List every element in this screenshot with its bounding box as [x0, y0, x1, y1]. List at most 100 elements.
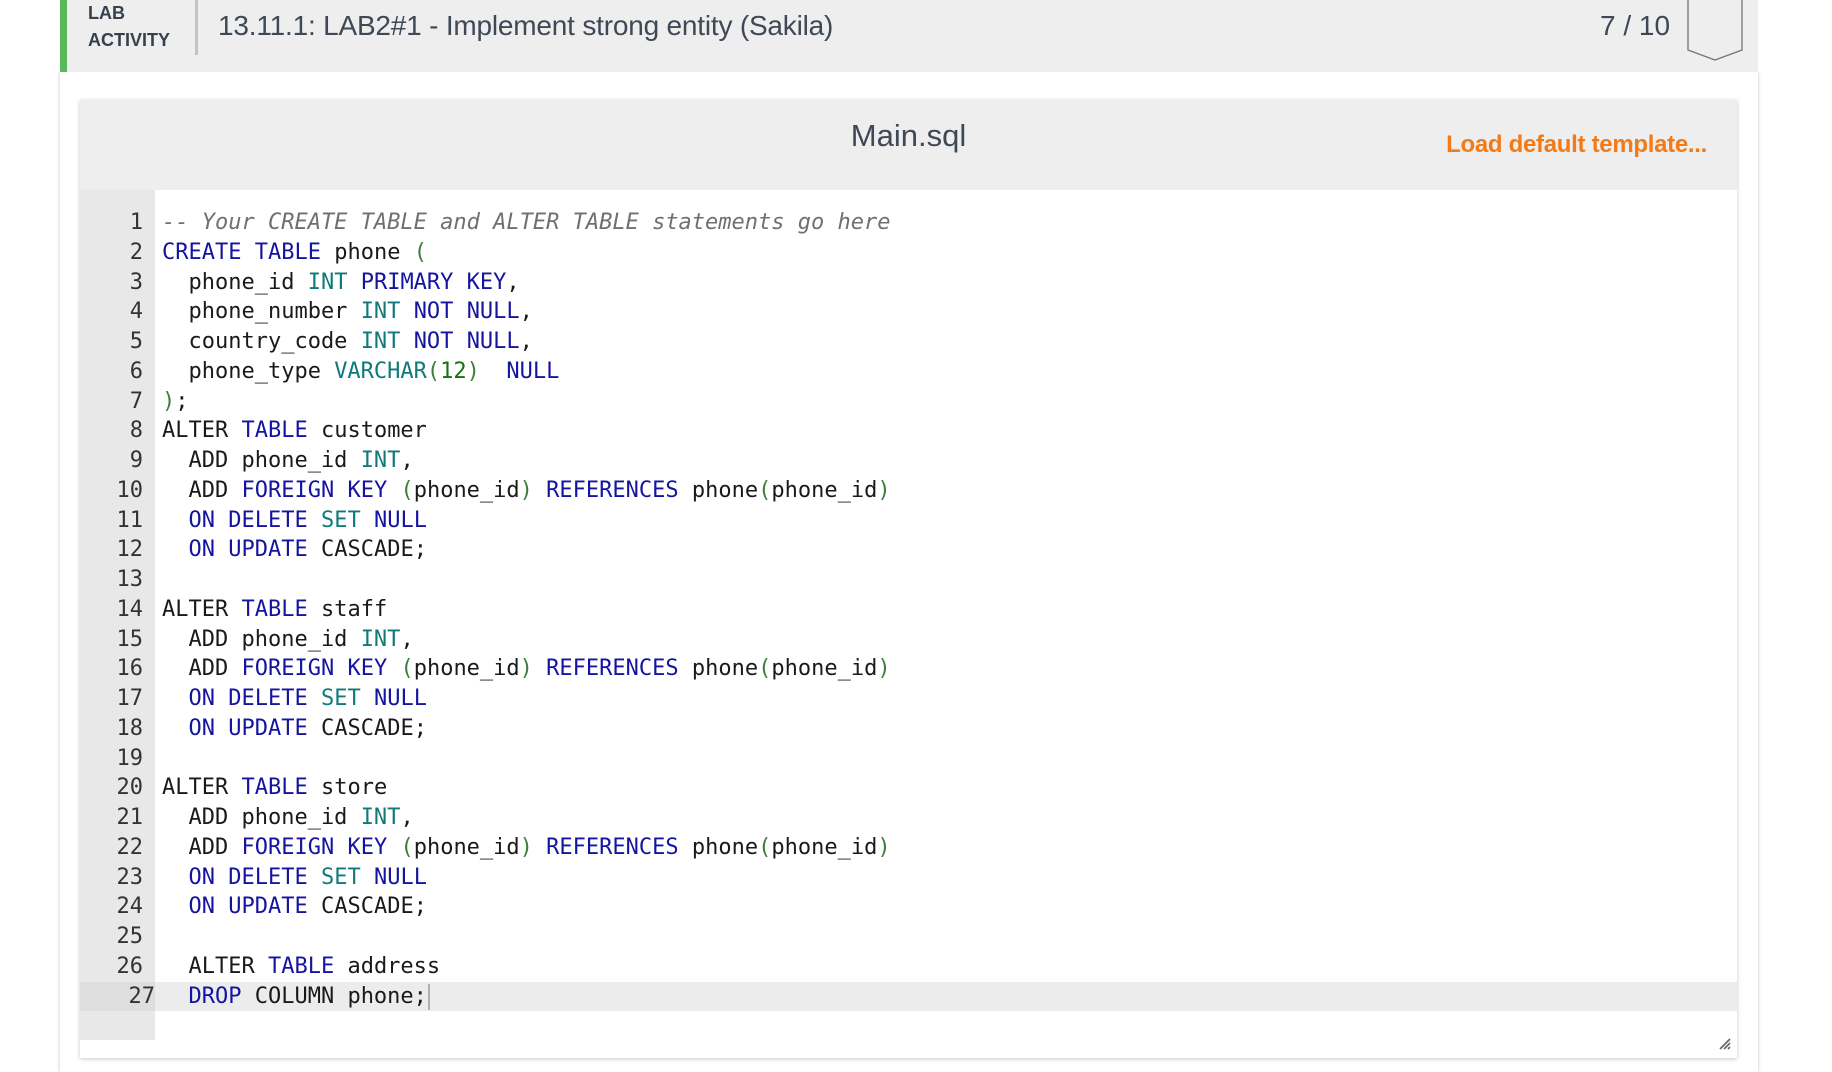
- token-paren: (: [758, 834, 772, 860]
- token-paren: ): [466, 358, 480, 384]
- token-type: SET: [320, 864, 361, 890]
- code-line[interactable]: 16 ADD FOREIGN KEY (phone_id) REFERENCES…: [80, 654, 1737, 684]
- token-plain: CASCADE;: [307, 894, 427, 920]
- accent-bar: [60, 0, 67, 72]
- token-kw: NULL: [373, 507, 427, 533]
- code-line[interactable]: 12 ON UPDATE CASCADE;: [80, 535, 1737, 565]
- token-type: VARCHAR: [334, 358, 427, 384]
- code-line[interactable]: 2 CREATE TABLE phone (: [80, 238, 1737, 268]
- line-number: 27: [80, 981, 155, 1012]
- token-plain: ,: [400, 805, 414, 830]
- code-line[interactable]: 20 ALTER TABLE store: [80, 773, 1737, 803]
- code-text: ADD phone_id INT,: [162, 803, 414, 833]
- code-line[interactable]: 26 ALTER TABLE address: [80, 952, 1737, 982]
- line-number: 15: [116, 626, 144, 652]
- code-line[interactable]: 22 ADD FOREIGN KEY (phone_id) REFERENCES…: [80, 833, 1737, 863]
- token-paren: (: [426, 358, 441, 384]
- code-line[interactable]: 5 country_code INT NOT NULL,: [80, 327, 1737, 357]
- code-line[interactable]: 3 phone_id INT PRIMARY KEY,: [80, 268, 1737, 298]
- score-text: 7 / 10: [1600, 10, 1671, 41]
- token-kw: TABLE: [267, 953, 335, 979]
- code-line[interactable]: 23 ON DELETE SET NULL: [80, 863, 1737, 893]
- code-line[interactable]: 25: [80, 922, 1737, 952]
- code-text: ADD FOREIGN KEY (phone_id) REFERENCES ph…: [162, 833, 890, 863]
- token-plain: country_code: [162, 329, 361, 354]
- code-line[interactable]: 13: [80, 565, 1737, 595]
- code-line[interactable]: 7);: [80, 387, 1737, 417]
- token-plain: phone_id: [162, 269, 308, 295]
- code-text: );: [162, 387, 189, 417]
- code-line[interactable]: 21 ADD phone_id INT,: [80, 803, 1737, 833]
- token-plain: phone: [678, 477, 759, 503]
- line-number: 22: [116, 834, 144, 860]
- code-text: country_code INT NOT NULL,: [162, 327, 532, 357]
- token-kw: PRIMARY: [360, 269, 454, 295]
- token-paren: (: [400, 656, 414, 682]
- code-line[interactable]: 6 phone_type VARCHAR(12) NULL: [80, 357, 1737, 387]
- token-comment: -- Your CREATE TABLE and ALTER TABLE sta…: [162, 210, 891, 235]
- token-plain: phone_number: [162, 299, 361, 325]
- code-text: ALTER TABLE staff: [162, 595, 387, 625]
- code-line[interactable]: 10 ADD FOREIGN KEY (phone_id) REFERENCES…: [80, 476, 1737, 506]
- token-paren: (: [758, 656, 772, 682]
- token-plain: CASCADE;: [307, 537, 427, 563]
- code-input-area[interactable]: 1 -- Your CREATE TABLE and ALTER TABLE st…: [80, 190, 1737, 1058]
- line-number: 25: [116, 924, 144, 949]
- token-plain: ADD phone_id: [162, 626, 361, 652]
- code-line[interactable]: 14 ALTER TABLE staff: [80, 595, 1737, 625]
- line-number: 19: [116, 745, 144, 771]
- code-line[interactable]: 24 ON UPDATE CASCADE;: [80, 892, 1737, 922]
- code-line[interactable]: 4 phone_number INT NOT NULL,: [80, 297, 1737, 327]
- code-text: ON UPDATE CASCADE;: [162, 535, 427, 565]
- token-kw: REFERENCES: [546, 656, 679, 682]
- load-default-template-link[interactable]: Load default template...: [1446, 131, 1707, 159]
- code-lines[interactable]: 1 -- Your CREATE TABLE and ALTER TABLE st…: [80, 208, 1737, 1012]
- token-plain: COLUMN phone;: [241, 983, 427, 1009]
- code-line[interactable]: 19: [80, 744, 1737, 774]
- lab-label-line1: LAB: [88, 3, 125, 23]
- code-line[interactable]: 27 DROP COLUMN phone;: [80, 981, 1737, 1012]
- code-line[interactable]: 11 ON DELETE SET NULL: [80, 506, 1737, 536]
- token-plain: ALTER: [162, 775, 242, 801]
- token-kw: REFERENCES: [546, 477, 679, 503]
- code-line[interactable]: 17 ON DELETE SET NULL: [80, 684, 1737, 714]
- token-kw: NULL: [506, 358, 560, 384]
- token-plain: phone: [320, 239, 414, 265]
- token-plain: ALTER: [162, 596, 242, 622]
- line-number: 17: [116, 686, 144, 711]
- code-line[interactable]: 15 ADD phone_id INT,: [80, 625, 1737, 655]
- token-paren: ): [519, 656, 533, 682]
- code-line[interactable]: 9 ADD phone_id INT,: [80, 446, 1737, 476]
- code-text: ON UPDATE CASCADE;: [162, 714, 427, 744]
- code-line[interactable]: 8 ALTER TABLE customer: [80, 416, 1737, 446]
- code-line[interactable]: 1 -- Your CREATE TABLE and ALTER TABLE st…: [80, 208, 1737, 238]
- token-plain: ,: [400, 448, 414, 473]
- line-number: 18: [116, 715, 144, 741]
- token-type: INT: [307, 269, 348, 295]
- token-kw: KEY: [347, 834, 388, 860]
- token-type: INT: [360, 805, 401, 830]
- token-plain: ADD phone_id: [162, 448, 361, 473]
- token-kw: TABLE: [241, 418, 308, 444]
- token-plain: phone_id: [413, 834, 520, 860]
- code-text: ON DELETE SET NULL: [162, 506, 427, 536]
- resize-handle-icon[interactable]: [1717, 1036, 1731, 1050]
- token-kw: DELETE: [228, 507, 308, 533]
- token-kw: DROP: [188, 983, 242, 1009]
- token-paren: ): [519, 834, 533, 860]
- code-line[interactable]: 18 ON UPDATE CASCADE;: [80, 714, 1737, 744]
- code-text: ALTER TABLE customer: [162, 416, 427, 446]
